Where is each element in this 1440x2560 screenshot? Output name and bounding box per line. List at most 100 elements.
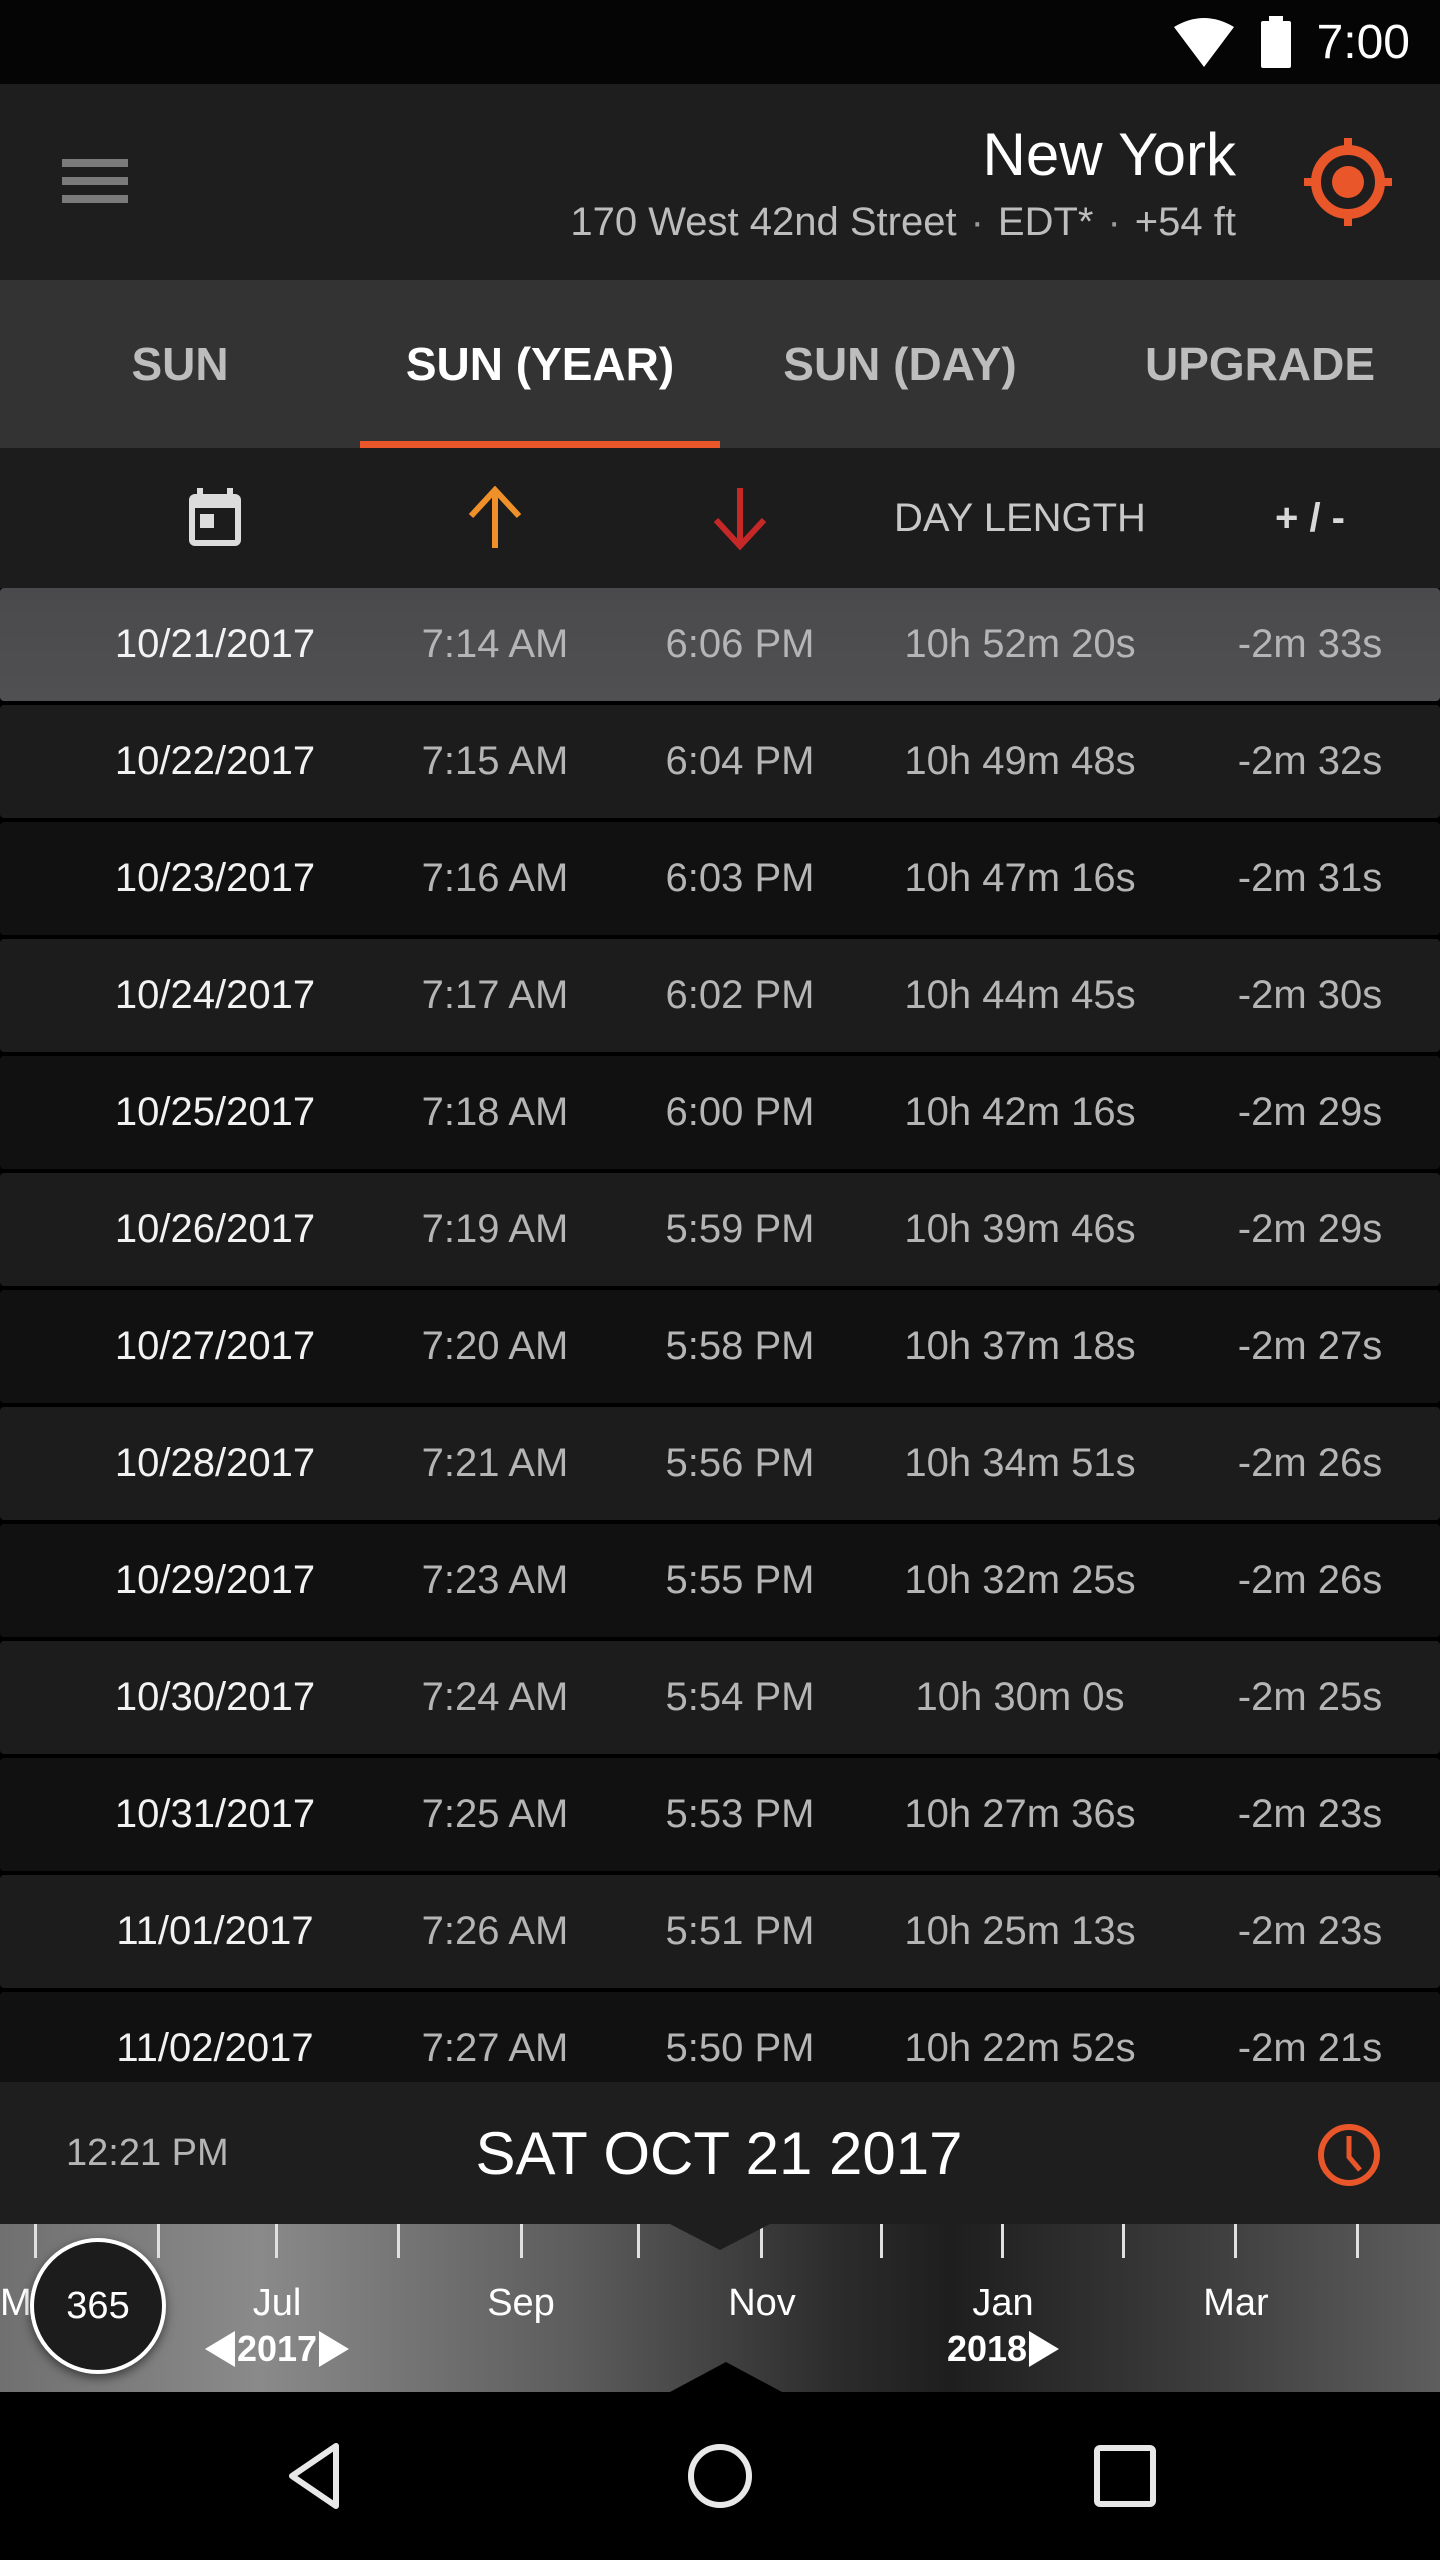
cell-sunrise: 7:26 AM <box>421 1909 569 1953</box>
diff-label: + / - <box>1274 495 1346 540</box>
tab-sun[interactable]: SUN <box>0 280 360 448</box>
table-row[interactable]: 10/30/2017 7:24 AM 5:54 PM 10h 30m 0s -2m 25… <box>0 1641 1440 1754</box>
cell-sunrise: 7:25 AM <box>421 1792 569 1836</box>
system-nav-bar <box>0 2392 1440 2560</box>
status-time: 7:00 <box>1316 15 1410 69</box>
app-header: New York 170 West 42nd Street · EDT* · +54 f… <box>0 84 1440 280</box>
table-row[interactable]: 10/25/2017 7:18 AM 6:00 PM 10h 42m 16s -2m 2… <box>0 1056 1440 1169</box>
home-icon[interactable] <box>680 2436 760 2516</box>
cell-day-length: 10h 39m 46s <box>904 1207 1136 1251</box>
table-row[interactable]: 11/01/2017 7:26 AM 5:51 PM 10h 25m 13s -2m 2… <box>0 1875 1440 1988</box>
timeline-month: Mar <box>1203 2282 1269 2324</box>
gps-target-icon[interactable] <box>1300 134 1396 230</box>
timeline-tick <box>34 2224 37 2258</box>
back-icon[interactable] <box>276 2436 356 2516</box>
timeline-month: Nov <box>728 2282 796 2324</box>
column-diff[interactable]: + / - <box>1190 448 1430 588</box>
tab-upgrade[interactable]: UPGRADE <box>1080 280 1440 448</box>
cell-sunset: 5:51 PM <box>665 1909 815 1953</box>
cell-day-length: 10h 27m 36s <box>904 1792 1136 1836</box>
cell-diff: -2m 23s <box>1237 1909 1383 1953</box>
cell-sunrise: 7:18 AM <box>421 1090 569 1134</box>
cell-date: 10/31/2017 <box>114 1792 316 1836</box>
table-row[interactable]: 10/24/2017 7:17 AM 6:02 PM 10h 44m 45s -2m 3… <box>0 939 1440 1052</box>
timeline-tick <box>637 2224 640 2258</box>
column-header: DAY LENGTH + / - <box>0 448 1440 588</box>
cell-sunset: 5:53 PM <box>665 1792 815 1836</box>
cell-day-length: 10h 34m 51s <box>904 1441 1136 1485</box>
cell-sunset: 5:55 PM <box>665 1558 815 1602</box>
timeline-tick <box>1122 2224 1125 2258</box>
timeline-tick <box>880 2224 883 2258</box>
table-row-selected[interactable]: 10/21/2017 7:14 AM 6:06 PM 10h 52m 20s -2m 3… <box>0 588 1440 701</box>
cell-sunrise: 7:27 AM <box>421 2026 569 2070</box>
timeline-year-label: 2018 <box>946 2328 1028 2369</box>
column-sunrise[interactable] <box>395 448 595 588</box>
cell-day-length: 10h 22m 52s <box>904 2026 1136 2070</box>
table-row[interactable]: 10/29/2017 7:23 AM 5:55 PM 10h 32m 25s -2m 2… <box>0 1524 1440 1637</box>
cell-day-length: 10h 42m 16s <box>904 1090 1136 1134</box>
location-name[interactable]: New York <box>983 120 1236 189</box>
timeline-month: Sep <box>487 2282 555 2324</box>
cell-date: 10/24/2017 <box>114 973 316 1017</box>
next-year-arrow[interactable] <box>319 2331 350 2367</box>
timeline-tick <box>1001 2224 1004 2258</box>
cell-sunrise: 7:16 AM <box>421 856 569 900</box>
table-row[interactable]: 10/22/2017 7:15 AM 6:04 PM 10h 49m 48s -2m 3… <box>0 705 1440 818</box>
days-range-button[interactable]: 365 <box>30 2238 166 2374</box>
cell-diff: -2m 33s <box>1237 622 1383 666</box>
arrow-down-icon <box>713 488 767 550</box>
clock-icon[interactable] <box>1316 2122 1382 2188</box>
column-day-length[interactable]: DAY LENGTH <box>880 448 1160 588</box>
table-row[interactable]: 10/26/2017 7:19 AM 5:59 PM 10h 39m 46s -2m 2… <box>0 1173 1440 1286</box>
table-row[interactable]: 10/31/2017 7:25 AM 5:53 PM 10h 27m 36s -2m 2… <box>0 1758 1440 1871</box>
tab-sun-year[interactable]: SUN (YEAR) <box>360 280 720 448</box>
cell-diff: -2m 25s <box>1237 1675 1383 1719</box>
timeline-tick <box>397 2224 400 2258</box>
next-year-arrow[interactable] <box>1029 2331 1060 2367</box>
recents-icon[interactable] <box>1085 2436 1165 2516</box>
cell-sunrise: 7:14 AM <box>421 622 569 666</box>
table-row[interactable]: 10/27/2017 7:20 AM 5:58 PM 10h 37m 18s -2m 2… <box>0 1290 1440 1403</box>
selected-date-text: SAT OCT 21 2017 <box>475 2119 963 2187</box>
hamburger-menu-icon[interactable] <box>62 159 128 207</box>
sun-year-table[interactable]: 10/21/2017 7:14 AM 6:06 PM 10h 52m 20s -2m 3… <box>0 588 1440 2082</box>
wifi-icon <box>1173 18 1234 67</box>
column-sunset[interactable] <box>640 448 840 588</box>
selected-date[interactable]: SAT OCT 21 2017 <box>0 2082 1440 2224</box>
column-date[interactable] <box>100 448 330 588</box>
timeline-month: Jul <box>252 2282 302 2324</box>
timeline-year: 2017 <box>204 2328 350 2370</box>
date-bar: 12:21 PM SAT OCT 21 2017 <box>0 2082 1440 2224</box>
cell-day-length: 10h 30m 0s <box>915 1675 1125 1719</box>
cell-date: 10/26/2017 <box>114 1207 316 1251</box>
cell-date: 11/02/2017 <box>116 2026 314 2070</box>
location-address: 170 West 42nd Street <box>570 200 957 244</box>
cell-sunset: 6:00 PM <box>665 1090 815 1134</box>
location-details[interactable]: 170 West 42nd Street · EDT* · +54 ft <box>570 200 1236 245</box>
cell-date: 11/01/2017 <box>116 1909 314 1953</box>
cell-sunset: 5:54 PM <box>665 1675 815 1719</box>
cell-sunrise: 7:17 AM <box>421 973 569 1017</box>
cell-sunrise: 7:20 AM <box>421 1324 569 1368</box>
cell-sunset: 6:03 PM <box>665 856 815 900</box>
cell-sunrise: 7:21 AM <box>421 1441 569 1485</box>
cell-diff: -2m 29s <box>1237 1207 1383 1251</box>
arrow-up-icon <box>468 486 522 548</box>
cell-diff: -2m 26s <box>1237 1441 1383 1485</box>
timeline-tick <box>1356 2224 1359 2258</box>
timeline-tick <box>1234 2224 1237 2258</box>
tab-sun-day[interactable]: SUN (DAY) <box>720 280 1080 448</box>
cell-sunrise: 7:24 AM <box>421 1675 569 1719</box>
table-row[interactable]: 10/23/2017 7:16 AM 6:03 PM 10h 47m 16s -2m 3… <box>0 822 1440 935</box>
table-row[interactable]: 11/02/2017 7:27 AM 5:50 PM 10h 22m 52s -2m 2… <box>0 1992 1440 2082</box>
timeline-scrubber[interactable]: M Jul 2017 Sep Nov Jan 2018 Mar 365 <box>0 2224 1440 2392</box>
table-row[interactable]: 10/28/2017 7:21 AM 5:56 PM 10h 34m 51s -2m 2… <box>0 1407 1440 1520</box>
cell-day-length: 10h 37m 18s <box>904 1324 1136 1368</box>
cell-sunset: 6:04 PM <box>665 739 815 783</box>
timeline-tick <box>520 2224 523 2258</box>
cell-diff: -2m 27s <box>1237 1324 1383 1368</box>
cell-day-length: 10h 52m 20s <box>904 622 1136 666</box>
previous-year-arrow[interactable] <box>204 2331 235 2367</box>
cell-sunset: 5:56 PM <box>665 1441 815 1485</box>
